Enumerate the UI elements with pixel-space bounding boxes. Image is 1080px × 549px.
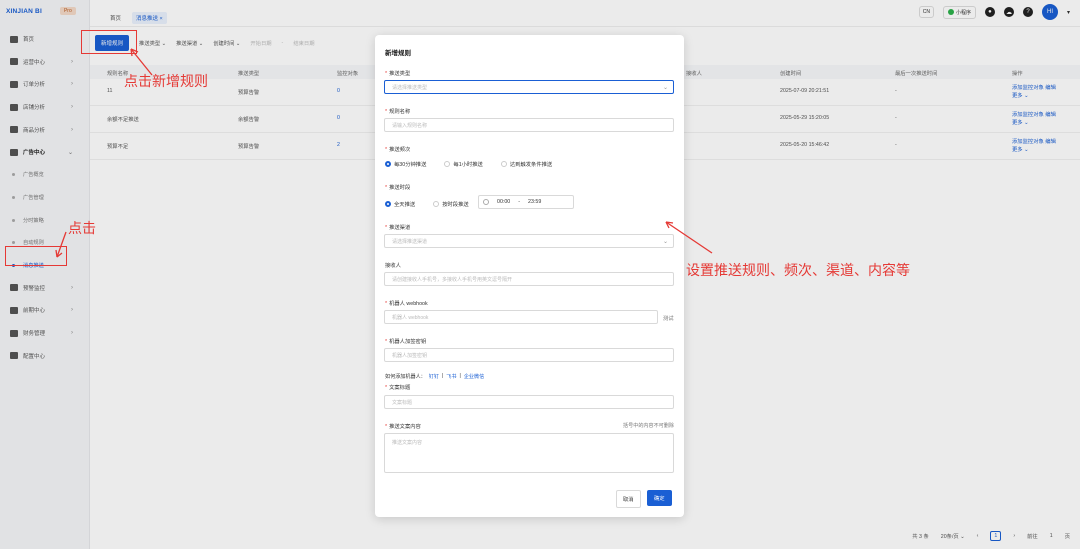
arrow-to-modal [665, 221, 713, 254]
annotation-click: 点击 [68, 221, 96, 237]
annotation-add-rule: 点击新增规则 [124, 74, 208, 90]
annotation-setup: 设置推送规则、频次、渠道、内容等 [686, 263, 910, 279]
